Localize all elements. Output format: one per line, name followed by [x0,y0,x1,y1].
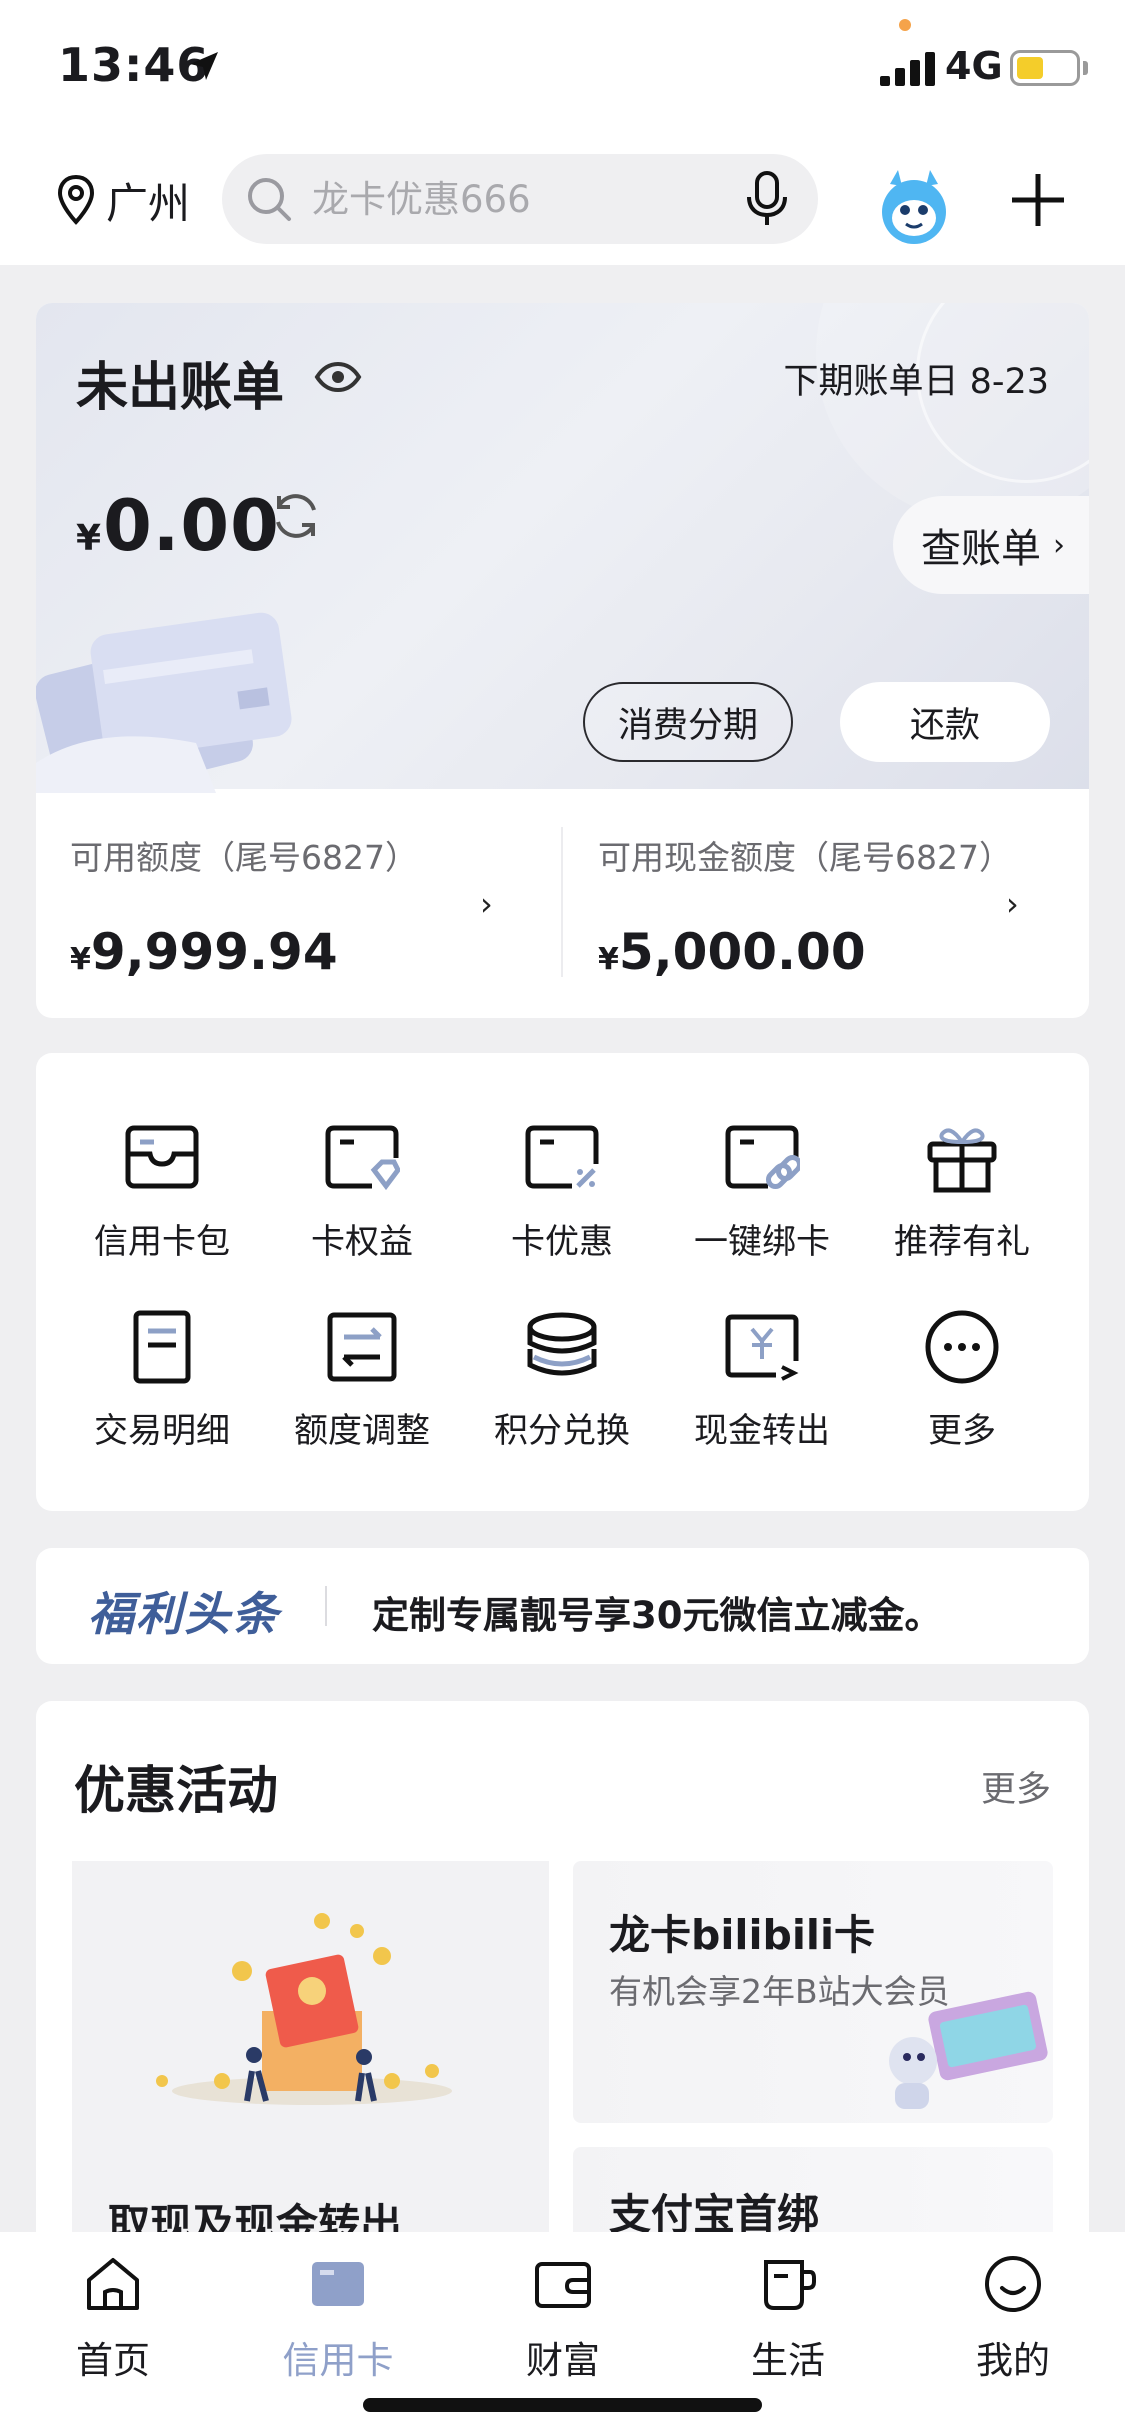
wallet-icon [535,2262,591,2308]
headline-logo: 福利头条 [88,1587,280,1641]
tab-life[interactable]: 生活 [708,2254,868,2384]
limits-row: 可用额度（尾号6827） ¥ 9,999.94 › 可用现金额度（尾号6827）… [36,789,1089,1018]
status-time: 13:46 [58,38,210,92]
quick-action-more[interactable]: 更多 [862,1309,1062,1469]
tab-home[interactable]: 首页 [33,2254,193,2384]
home-icon [87,2258,139,2310]
quick-action-card-discount[interactable]: 卡优惠 [462,1120,662,1280]
headline-text: 定制专属靓号享30元微信立减金。 [372,1594,942,1637]
repay-button[interactable]: 还款 [840,682,1050,762]
next-bill-date: 下期账单日 8-23 [783,362,1049,402]
cash-limit-label: 可用现金额度（尾号6827） [598,838,1012,877]
cards-illustration [36,612,292,793]
battery-icon [1010,50,1080,86]
city-name: 广州 [106,178,191,228]
eye-icon[interactable] [314,361,362,393]
home-indicator [363,2398,762,2412]
promotions-section: 优惠活动 更多 取现及现金转出 龙卡bilibili卡 有机会享2年B站大会员 [36,1701,1089,2241]
available-limit-value: ¥ 9,999.94 [70,923,338,981]
promo-bilibili-title: 龙卡bilibili卡 [609,1911,876,1959]
promotions-title: 优惠活动 [74,1762,279,1821]
bill-card: 未出账单 下期账单日 8-23 ¥ 0.00 查账单 › 消费分期 还款 可用额… [36,303,1089,1018]
quick-action-limit-adjust[interactable]: 额度调整 [262,1309,462,1469]
credit-card-icon [312,2262,364,2306]
points-exchange-icon [527,1312,597,1376]
quick-action-card-rights[interactable]: 卡权益 [262,1120,462,1280]
bilibili-card-illustration [889,1991,1048,2109]
tab-wealth[interactable]: 财富 [483,2254,643,2384]
refresh-icon[interactable] [268,488,324,544]
view-bill-button[interactable]: 查账单 › [893,496,1089,594]
smile-icon [985,2256,1041,2312]
tab-mine[interactable]: 我的 [933,2254,1093,2384]
coffee-cup-icon [764,2260,816,2310]
mascot-avatar-icon[interactable] [870,162,958,250]
gift-icon [927,1128,997,1193]
chevron-right-icon: › [1053,527,1065,563]
card-rights-icon [325,1125,400,1191]
quick-action-gift[interactable]: 推荐有礼 [862,1120,1062,1280]
view-bill-label: 查账单 [921,526,1041,572]
amount-value: 0.00 [103,485,280,567]
more-icon [925,1310,999,1384]
quick-action-card-wallet[interactable]: 信用卡包 [62,1120,262,1280]
currency-symbol: ¥ [76,518,102,559]
status-bar: 13:46 4G [0,0,1125,140]
signal-icon [880,50,936,86]
bill-summary: 未出账单 下期账单日 8-23 ¥ 0.00 查账单 › 消费分期 还款 [36,303,1089,793]
quick-actions: 信用卡包 卡权益 卡优惠 一键绑卡 推荐有礼 交易明细 额度调整 积分兑换 现金… [36,1053,1089,1511]
transaction-detail-icon [133,1310,191,1384]
search-bar[interactable] [222,154,818,244]
promo-alipay-bind[interactable]: 支付宝首绑 [573,2147,1053,2241]
available-limit-label: 可用额度（尾号6827） [70,838,418,877]
promotions-more-link[interactable]: 更多 [981,1761,1051,1812]
promo-cash-transfer[interactable]: 取现及现金转出 [72,1861,549,2241]
search-input[interactable] [312,154,732,244]
gift-box-illustration [156,1913,452,2105]
chevron-right-icon: › [1006,885,1019,923]
card-bind-icon [725,1125,800,1190]
quick-action-card-bind[interactable]: 一键绑卡 [662,1120,862,1280]
location-arrow-icon [190,52,218,80]
search-icon [248,178,291,221]
tab-credit-card[interactable]: 信用卡 [258,2254,418,2384]
location-pin-icon [57,174,95,225]
header: 广州 [0,140,1125,265]
plus-icon[interactable] [1008,170,1068,230]
quick-action-cash-transfer[interactable]: 现金转出 [662,1309,862,1469]
bill-amount: ¥ 0.00 [76,485,280,567]
installment-button[interactable]: 消费分期 [583,682,793,762]
welfare-headline[interactable]: 福利头条 定制专属靓号享30元微信立减金。 [36,1548,1089,1664]
available-limit[interactable]: 可用额度（尾号6827） ¥ 9,999.94 › [36,789,562,1018]
divider [561,827,563,977]
chevron-right-icon: › [480,885,493,923]
available-cash-limit[interactable]: 可用现金额度（尾号6827） ¥ 5,000.00 › [564,789,1089,1018]
privacy-indicator [899,19,911,31]
divider [325,1586,327,1626]
bill-title: 未出账单 [76,358,285,418]
card-wallet-icon [125,1125,199,1189]
microphone-icon[interactable] [742,170,792,228]
limit-adjust-icon [327,1312,397,1382]
network-label: 4G [945,44,1003,88]
cash-limit-value: ¥ 5,000.00 [598,923,866,981]
quick-action-transactions[interactable]: 交易明细 [62,1309,262,1469]
promo-bilibili-card[interactable]: 龙卡bilibili卡 有机会享2年B站大会员 [573,1861,1053,2123]
city-selector[interactable]: 广州 [56,170,190,230]
cash-transfer-icon [725,1314,799,1381]
card-discount-icon [525,1125,599,1189]
quick-action-points[interactable]: 积分兑换 [462,1309,662,1469]
